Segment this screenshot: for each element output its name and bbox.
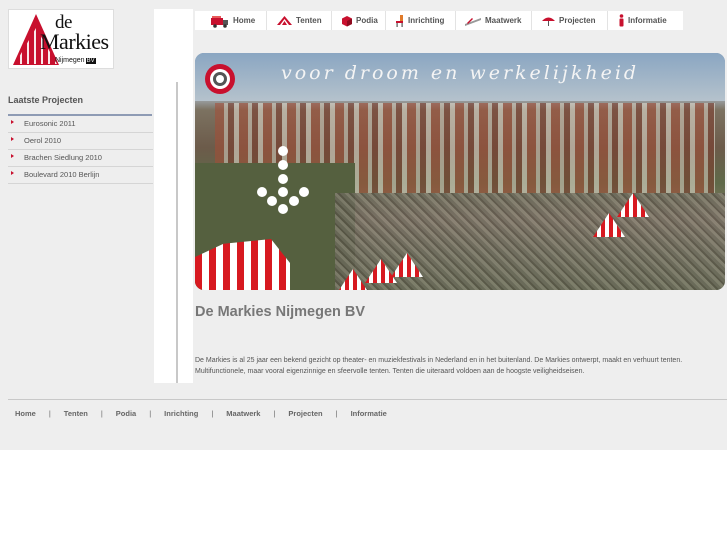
nav-inrichting[interactable]: Inrichting: [386, 11, 456, 30]
footer-link-projecten[interactable]: Projecten: [288, 409, 322, 418]
footer-link-inrichting[interactable]: Inrichting: [164, 409, 198, 418]
footer-separator: |: [211, 409, 214, 418]
stage-icon: [342, 15, 352, 26]
footer-separator: |: [149, 409, 152, 418]
tent-icon: [277, 16, 292, 25]
info-icon: [619, 14, 624, 27]
nav-projecten[interactable]: Projecten: [532, 11, 608, 30]
down-arrow-dots-icon: [257, 146, 309, 214]
footer-separator: |: [100, 409, 103, 418]
project-link-boulevard-berlijn[interactable]: Boulevard 2010 Berlijn: [8, 167, 153, 184]
page-title: De Markies Nijmegen BV: [195, 304, 366, 320]
footer-separator: |: [335, 409, 338, 418]
project-link-oerol[interactable]: Oerol 2010: [8, 133, 153, 150]
nav-informatie[interactable]: Informatie: [608, 11, 683, 30]
umbrella-icon: [542, 17, 555, 26]
chair-icon: [396, 15, 403, 27]
logo[interactable]: de Markies Nijmegen BV: [8, 9, 114, 69]
logo-text-bv: BV: [85, 58, 96, 64]
project-link-brachen-siedlung[interactable]: Brachen Siedlung 2010: [8, 150, 153, 167]
footer-nav: Home | Tenten | Podia | Inrichting | Maa…: [15, 409, 387, 418]
nav-maatwerk[interactable]: Maatwerk: [456, 11, 532, 30]
bullet-arrow-icon: [11, 171, 14, 175]
nav-podia[interactable]: Podia: [332, 11, 386, 30]
sidebar-heading: Laatste Projecten: [8, 95, 84, 105]
nav-tenten[interactable]: Tenten: [267, 11, 332, 30]
content-gutter: [154, 9, 193, 383]
project-link-eurosonic[interactable]: Eurosonic 2011: [8, 116, 153, 133]
footer-link-podia[interactable]: Podia: [116, 409, 136, 418]
footer-separator: |: [48, 409, 51, 418]
banner-slogan: voor droom en werkelijkheid: [281, 62, 640, 84]
logo-text-markies: Markies: [40, 29, 109, 54]
bullet-arrow-icon: [11, 120, 14, 124]
footer-link-maatwerk[interactable]: Maatwerk: [226, 409, 260, 418]
logo-text-nijmegen: Nijmegen: [55, 57, 85, 64]
footer-link-informatie[interactable]: Informatie: [351, 409, 387, 418]
hero-banner: voor droom en werkelijkheid: [195, 53, 725, 290]
truck-icon: [211, 15, 228, 28]
bullet-arrow-icon: [11, 137, 14, 141]
footer-divider: [8, 399, 727, 400]
footer-separator: |: [273, 409, 276, 418]
footer-link-home[interactable]: Home: [15, 409, 36, 418]
bullet-arrow-icon: [11, 154, 14, 158]
ruler-icon: [465, 17, 481, 26]
page: de Markies Nijmegen BV Laatste Projecten …: [0, 0, 727, 450]
intro-paragraph: De Markies is al 25 jaar een bekend gezi…: [195, 357, 683, 375]
target-logo-icon: [205, 64, 235, 94]
top-nav: Home Tenten Podia Inrichting Maatwerk Pr…: [195, 11, 683, 30]
vertical-divider: [176, 82, 178, 383]
project-list: Eurosonic 2011 Oerol 2010 Brachen Siedlu…: [8, 116, 153, 184]
footer-link-tenten[interactable]: Tenten: [64, 409, 88, 418]
nav-home[interactable]: Home: [195, 11, 267, 30]
